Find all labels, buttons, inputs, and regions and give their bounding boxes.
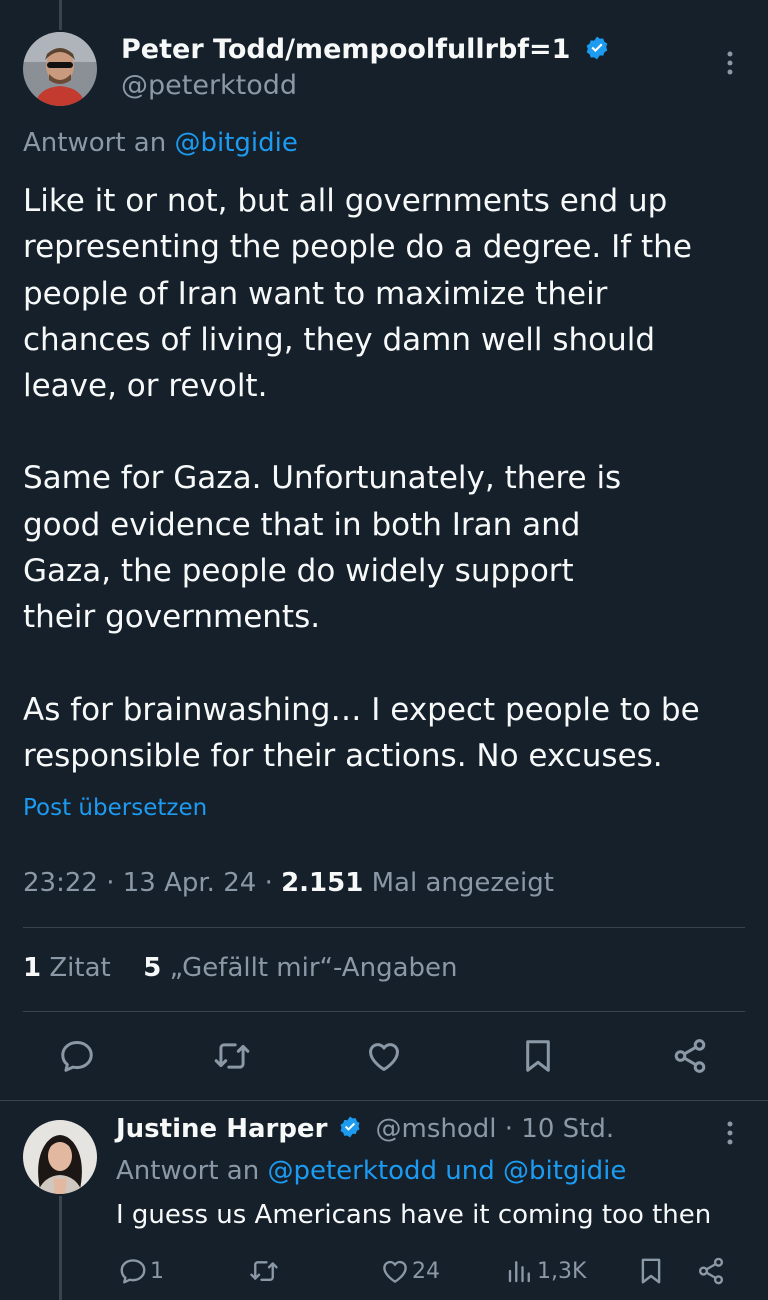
reply-retweet-button[interactable] (248, 1256, 282, 1286)
author-handle[interactable]: @peterktodd (121, 70, 297, 101)
post-body: Like it or not, but all governments end … (23, 178, 743, 779)
reply-like-button[interactable]: 24 (380, 1256, 440, 1286)
reply-author-avatar[interactable] (23, 1120, 97, 1194)
post-paragraph-2: Same for Gaza. Unfortunately, there is g… (23, 460, 622, 636)
like-icon (369, 1043, 399, 1071)
retweet-icon (214, 1043, 250, 1069)
post-meta: 23:22 · 13 Apr. 24 · 2.151 Mal angezeigt (23, 868, 554, 898)
reply-time[interactable]: · 10 Std. (505, 1114, 614, 1144)
reply-views-button[interactable]: 1,3K (505, 1256, 586, 1286)
thread-line-top (59, 0, 62, 30)
thread-line-bottom (59, 1196, 62, 1300)
post-separator (0, 1100, 768, 1101)
reply-icon (61, 1041, 93, 1072)
more-options-button[interactable] (720, 50, 740, 82)
more-icon (727, 51, 733, 75)
reply-author-handle[interactable]: @mshodl (376, 1114, 497, 1144)
reply-share-button[interactable] (696, 1256, 728, 1286)
reply-context: Antwort an @bitgidie (23, 128, 298, 158)
verified-badge-icon (340, 1116, 360, 1137)
divider-1 (23, 927, 745, 928)
post-time[interactable]: 23:22 (23, 868, 98, 898)
bookmark-button[interactable] (519, 1037, 557, 1079)
reply-likes-count: 24 (412, 1258, 440, 1284)
engagement-stats: 1 Zitat 5 „Gefällt mir“-Angaben (23, 953, 458, 983)
translate-post-link[interactable]: Post übersetzen (23, 795, 207, 821)
share-icon (674, 1039, 706, 1073)
like-icon (383, 1260, 407, 1283)
reply-author-name[interactable]: Justine Harper @mshodl · 10 Std. (116, 1114, 614, 1144)
reply-post-context: Antwort an @peterktodd und @bitgidie (116, 1156, 627, 1186)
post-date[interactable]: 13 Apr. 24 (123, 868, 257, 898)
reply-replies-count: 1 (150, 1258, 164, 1284)
author-avatar[interactable] (23, 32, 97, 106)
share-icon (698, 1257, 724, 1285)
views-count: 2.151 (281, 868, 364, 898)
reply-body: I guess us Americans have it coming too … (116, 1200, 712, 1230)
likes-stat[interactable]: 5 „Gefällt mir“-Angaben (143, 953, 457, 983)
post-paragraph-1: Like it or not, but all governments end … (23, 183, 692, 405)
bookmark-icon (526, 1040, 550, 1072)
views-label: Mal angezeigt (371, 868, 554, 898)
more-icon (727, 1121, 733, 1145)
share-button[interactable] (671, 1037, 709, 1079)
reply-icon (120, 1259, 146, 1284)
reply-target-link[interactable]: @bitgidie (174, 128, 297, 158)
reply-views-count: 1,3K (537, 1258, 587, 1284)
quotes-stat[interactable]: 1 Zitat (23, 953, 111, 983)
divider-2 (23, 1011, 745, 1012)
like-button[interactable] (365, 1037, 403, 1079)
author-name[interactable]: Peter Todd/mempoolfullrbf=1 (121, 34, 610, 65)
reply-target-link-1[interactable]: @peterktodd (267, 1156, 437, 1186)
reply-target-link-2[interactable]: @bitgidie (503, 1156, 626, 1186)
verified-badge-icon (586, 36, 608, 59)
bookmark-icon (641, 1258, 661, 1284)
reply-more-options-button[interactable] (720, 1120, 740, 1152)
reply-button[interactable] (58, 1037, 96, 1079)
reply-reply-button[interactable]: 1 (118, 1256, 164, 1286)
reply-bookmark-button[interactable] (636, 1256, 668, 1286)
views-icon (508, 1261, 530, 1283)
retweet-icon (250, 1261, 278, 1281)
retweet-button[interactable] (212, 1037, 252, 1079)
post-paragraph-3: As for brainwashing… I expect people to … (23, 691, 700, 774)
